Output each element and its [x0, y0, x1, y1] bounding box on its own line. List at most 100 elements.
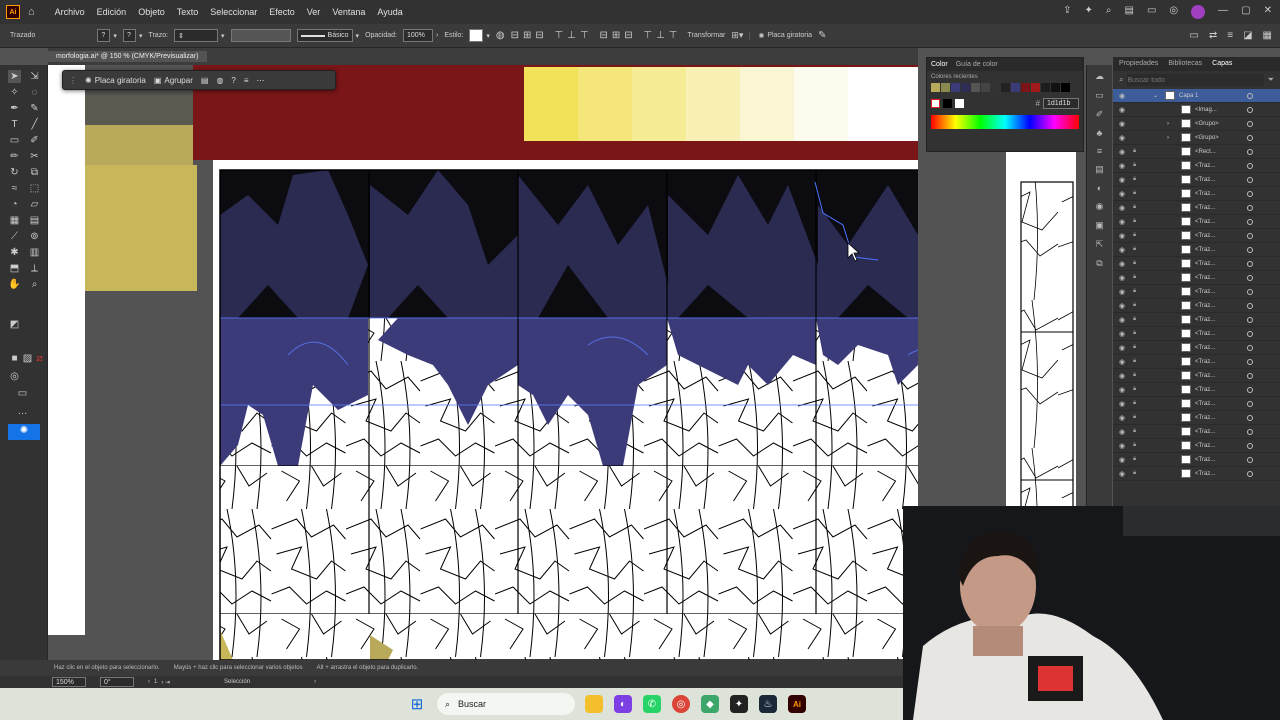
layer-row[interactable]: ◉ <Imag... — [1113, 103, 1280, 117]
layer-row[interactable]: ◉ 🔒︎ <Traz... — [1113, 159, 1280, 173]
hand-tool-icon[interactable]: ✋ — [8, 278, 21, 291]
menu-archivo[interactable]: Archivo — [55, 7, 85, 17]
target-icon[interactable] — [1247, 204, 1253, 211]
layer-row[interactable]: ◉ 🔒︎ <Traz... — [1113, 187, 1280, 201]
scale-tool-icon[interactable]: ⧉ — [28, 166, 41, 179]
layer-row[interactable]: ◉ 🔒︎ <Traz... — [1113, 243, 1280, 257]
visibility-icon[interactable]: ◉ — [1119, 442, 1125, 450]
appearance-icon[interactable]: ◉ — [1096, 201, 1104, 212]
layers-search-input[interactable] — [1127, 74, 1264, 86]
layer-row[interactable]: ◉ 🔒︎ <Traz... — [1113, 313, 1280, 327]
lock-icon[interactable]: 🔒︎ — [1133, 316, 1136, 323]
target-icon[interactable] — [1247, 316, 1253, 323]
visibility-icon[interactable]: ◉ — [1119, 428, 1125, 436]
opacity-field[interactable]: 100% › — [402, 29, 438, 42]
app-icon-green[interactable]: ◆ — [701, 695, 719, 713]
screen-mode-icon[interactable]: ▭ — [16, 387, 29, 400]
scissors-icon[interactable]: ✂ — [28, 150, 41, 163]
layer-row[interactable]: ◉ 🔒︎ <Traz... — [1113, 327, 1280, 341]
hex-field[interactable]: 1d1d1b — [1043, 98, 1079, 109]
curvature-icon[interactable]: ✎ — [28, 102, 41, 115]
target-icon[interactable] — [1247, 106, 1253, 113]
arrange-docs-icon[interactable]: ⇄ — [1209, 30, 1217, 41]
gradient-icon[interactable]: ▤ — [28, 214, 41, 227]
cc-libraries-icon[interactable]: ☁ — [1095, 71, 1104, 82]
layer-row[interactable]: ◉ 🔒︎ <Traz... — [1113, 299, 1280, 313]
visibility-icon[interactable]: ◉ — [1119, 302, 1125, 310]
visibility-icon[interactable]: ◉ — [1119, 176, 1125, 184]
visibility-icon[interactable]: ◉ — [1119, 274, 1125, 282]
lock-icon[interactable]: 🔒︎ — [1133, 204, 1136, 211]
visibility-icon[interactable]: ◉ — [1119, 316, 1125, 324]
artboard-nav[interactable]: ‹ 1 › ⇥ — [148, 679, 170, 686]
tab-properties[interactable]: Propiedades — [1119, 60, 1158, 68]
lock-icon[interactable]: 🔒︎ — [1133, 372, 1136, 379]
visibility-icon[interactable]: ◉ — [1119, 400, 1125, 408]
layer-row[interactable]: ◉ 🔒︎ <Traz... — [1113, 271, 1280, 285]
puppet-icon[interactable]: ✎ — [818, 30, 826, 41]
target-icon[interactable] — [1247, 260, 1253, 267]
isolate-icon[interactable]: ◪ — [1243, 30, 1252, 41]
lock-icon[interactable]: 🔒︎ — [1133, 344, 1136, 351]
lock-icon[interactable]: 🔒︎ — [1133, 218, 1136, 225]
eyedropper-icon[interactable]: ⟋ — [8, 230, 21, 243]
visibility-icon[interactable]: ◉ — [1119, 204, 1125, 212]
ctx-help-icon[interactable]: ? — [231, 76, 235, 85]
layer-row[interactable]: ◉ 🔒︎ <Traz... — [1113, 397, 1280, 411]
target-icon[interactable] — [1247, 148, 1253, 155]
home-icon[interactable]: ⌂ — [28, 6, 35, 18]
minimize-window-icon[interactable]: ▭ — [1147, 5, 1156, 19]
lock-icon[interactable]: 🔒︎ — [1133, 330, 1136, 337]
shape-builder-icon[interactable]: ◔ — [8, 198, 21, 211]
ctx-repeat-button[interactable]: ✺ Placa giratoria — [85, 76, 146, 85]
zoom-tool-icon[interactable]: ⌕ — [28, 278, 41, 291]
ctx-recolor-icon[interactable]: ◍ — [216, 76, 223, 85]
target-icon[interactable] — [1247, 134, 1253, 141]
visibility-icon[interactable]: ◉ — [1119, 414, 1125, 422]
layer-row[interactable]: ◉ 🔒︎ <Traz... — [1113, 285, 1280, 299]
whatsapp-icon[interactable]: ✆ — [643, 695, 661, 713]
avatar[interactable] — [1191, 5, 1206, 19]
lock-icon[interactable]: 🔒︎ — [1133, 470, 1136, 477]
target-icon[interactable] — [1247, 232, 1253, 239]
column-graph-icon[interactable]: ▥ — [28, 246, 41, 259]
layer-row[interactable]: ◉ 🔒︎ <Traz... — [1113, 453, 1280, 467]
layer-row[interactable]: ◉ 🔒︎ <Traz... — [1113, 201, 1280, 215]
magic-wand-icon[interactable]: ✧ — [8, 86, 21, 99]
layer-row[interactable]: ◉ 🔒︎ <Traz... — [1113, 173, 1280, 187]
target-icon[interactable] — [1247, 470, 1253, 477]
visibility-icon[interactable]: ◉ — [1119, 330, 1125, 338]
symbol-sprayer-icon[interactable]: ✱ — [8, 246, 21, 259]
tab-color-guide[interactable]: Guía de color — [956, 61, 998, 68]
filter-icon[interactable]: ⏷ — [1268, 75, 1274, 85]
color-spectrum[interactable] — [931, 115, 1079, 129]
stroke-swatch[interactable]: ? ▾ — [122, 29, 142, 42]
target-icon[interactable] — [1247, 274, 1253, 281]
paintbrush-icon[interactable]: ✐ — [28, 134, 41, 147]
windows-start-icon[interactable]: ⊞ — [408, 695, 426, 713]
style-swatch[interactable]: ▾ — [469, 29, 490, 42]
target-icon[interactable] — [1247, 120, 1253, 127]
visibility-icon[interactable]: ◉ — [1119, 162, 1125, 170]
links-icon[interactable]: ⧉ — [1096, 258, 1102, 269]
layer-row[interactable]: ◉ 🔒︎ <Traz... — [1113, 257, 1280, 271]
graphic-styles-icon[interactable]: ▣ — [1095, 220, 1104, 231]
lock-icon[interactable]: 🔒︎ — [1133, 400, 1136, 407]
free-transform-icon[interactable]: ⬚ — [28, 182, 41, 195]
color-mode-icon[interactable]: ■ — [8, 352, 21, 365]
visibility-icon[interactable]: ◉ — [1119, 134, 1125, 142]
pen-tool-icon[interactable]: ✒ — [8, 102, 21, 115]
discover-icon[interactable]: ✦ — [1085, 5, 1093, 19]
white-swatch[interactable] — [955, 99, 964, 108]
visibility-icon[interactable]: ◉ — [1119, 358, 1125, 366]
visibility-icon[interactable]: ◉ — [1119, 92, 1125, 100]
shaper-icon[interactable]: ✏ — [8, 150, 21, 163]
menu-ayuda[interactable]: Ayuda — [377, 7, 402, 17]
lock-icon[interactable]: 🔒︎ — [1133, 442, 1136, 449]
fill-stroke-icon[interactable]: ◩ — [8, 318, 21, 331]
app-icon-purple[interactable]: ◐ — [614, 695, 632, 713]
target-icon[interactable] — [1247, 386, 1253, 393]
lock-icon[interactable]: 🔒︎ — [1133, 232, 1136, 239]
tab-color[interactable]: Color — [931, 61, 948, 68]
document-icon[interactable]: ▭ — [1095, 90, 1104, 101]
